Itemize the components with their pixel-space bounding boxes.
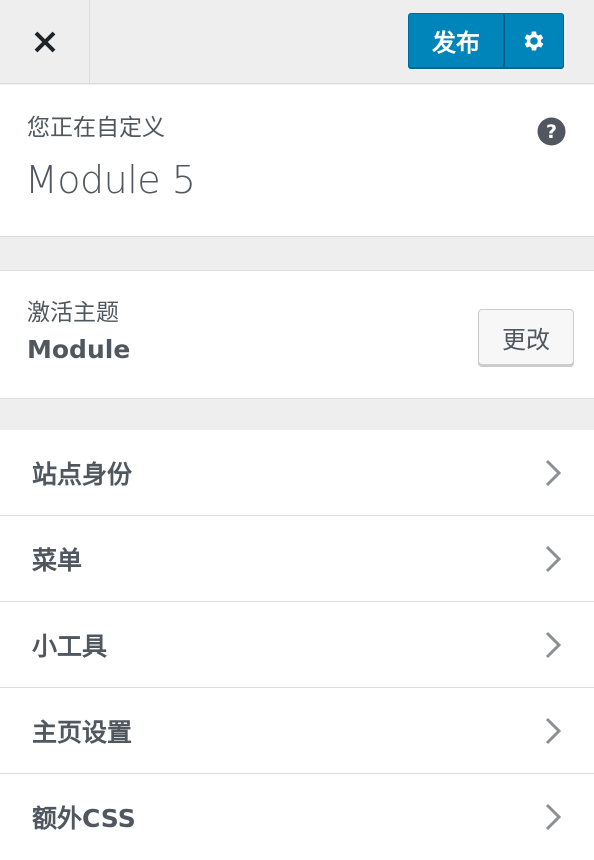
section-menus[interactable]: 菜单: [0, 516, 594, 602]
chevron-right-icon: [545, 459, 562, 487]
active-theme-label: 激活主题: [27, 300, 119, 326]
svg-text:?: ?: [546, 121, 557, 143]
site-title: Module 5: [25, 158, 196, 202]
chevron-right-icon: [545, 545, 562, 573]
section-label: 主页设置: [32, 717, 133, 747]
section-widgets[interactable]: 小工具: [0, 602, 594, 688]
chevron-right-icon: [545, 803, 562, 831]
section-label: 小工具: [32, 631, 108, 661]
help-icon[interactable]: ?: [537, 117, 566, 146]
section-additional-css[interactable]: 额外CSS: [0, 774, 594, 860]
customizer-header: 发布: [0, 0, 594, 84]
customizer-sections: 站点身份 菜单 小工具 主页设置 额外CSS: [0, 430, 594, 860]
gear-icon: [524, 30, 544, 51]
active-theme-name: Module: [27, 335, 131, 364]
chevron-right-icon: [545, 631, 562, 659]
close-icon: [34, 31, 55, 52]
active-theme-panel: 激活主题 Module 更改: [0, 270, 594, 399]
customize-info-panel: 您正在自定义 Module 5: [0, 85, 594, 237]
publish-button-group: 发布: [408, 13, 564, 68]
section-label: 菜单: [32, 545, 83, 575]
section-site-identity[interactable]: 站点身份: [0, 430, 594, 516]
customizing-label: 您正在自定义: [27, 115, 165, 141]
change-theme-button[interactable]: 更改: [478, 309, 574, 365]
publish-settings-button[interactable]: [505, 14, 563, 67]
chevron-right-icon: [545, 717, 562, 745]
close-button[interactable]: [0, 0, 90, 83]
section-label: 站点身份: [32, 459, 133, 489]
publish-button[interactable]: 发布: [409, 14, 505, 67]
section-label: 额外CSS: [32, 803, 136, 833]
section-homepage-settings[interactable]: 主页设置: [0, 688, 594, 774]
